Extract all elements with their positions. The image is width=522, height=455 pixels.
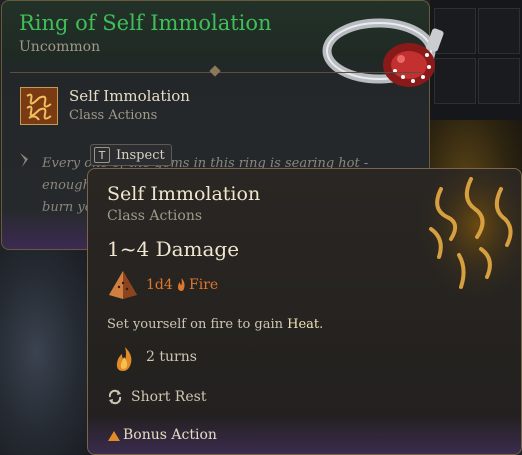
duration-text: 2 turns <box>146 349 197 365</box>
fire-damage-icon <box>178 278 185 291</box>
d4-die-icon <box>109 271 137 299</box>
damage-dice: 1d4 <box>146 277 173 293</box>
fire-rune-icon <box>21 88 57 124</box>
granted-action-name[interactable]: Self Immolation <box>69 87 190 105</box>
inspect-label: Inspect <box>116 147 165 163</box>
spell-tooltip: Self Immolation Class Actions 1~4 Damage… <box>87 168 522 455</box>
self-immolation-action-icon <box>20 87 58 125</box>
divider-ornament <box>209 65 221 77</box>
spell-description: Set yourself on fire to gain Heat. <box>107 317 323 332</box>
keybind-badge: T <box>94 147 110 163</box>
background-scene <box>0 250 90 455</box>
granted-action-category: Class Actions <box>69 108 158 123</box>
inspect-button[interactable]: T Inspect <box>90 144 172 166</box>
fire-emblem-icon <box>411 169 521 309</box>
inventory-slot[interactable] <box>478 58 520 104</box>
quill-icon <box>20 153 28 167</box>
item-rarity: Uncommon <box>19 39 101 55</box>
inventory-slot[interactable] <box>478 8 520 54</box>
damage-type: Fire <box>189 277 219 293</box>
spell-category: Class Actions <box>107 208 203 224</box>
short-rest-icon <box>108 389 122 405</box>
recharge-text: Short Rest <box>131 389 207 405</box>
description-end: . <box>319 317 324 332</box>
spell-title: Self Immolation <box>107 183 261 205</box>
bonus-action-triangle-icon <box>108 431 120 441</box>
item-title: Ring of Self Immolation <box>19 11 272 35</box>
heat-keyword[interactable]: Heat <box>287 317 319 332</box>
action-type: Bonus Action <box>123 427 217 443</box>
flame-duration-icon <box>116 347 132 371</box>
description-text: Set yourself on fire to gain <box>107 317 288 332</box>
damage-range: 1~4 Damage <box>107 237 240 261</box>
ring-icon <box>322 18 444 87</box>
